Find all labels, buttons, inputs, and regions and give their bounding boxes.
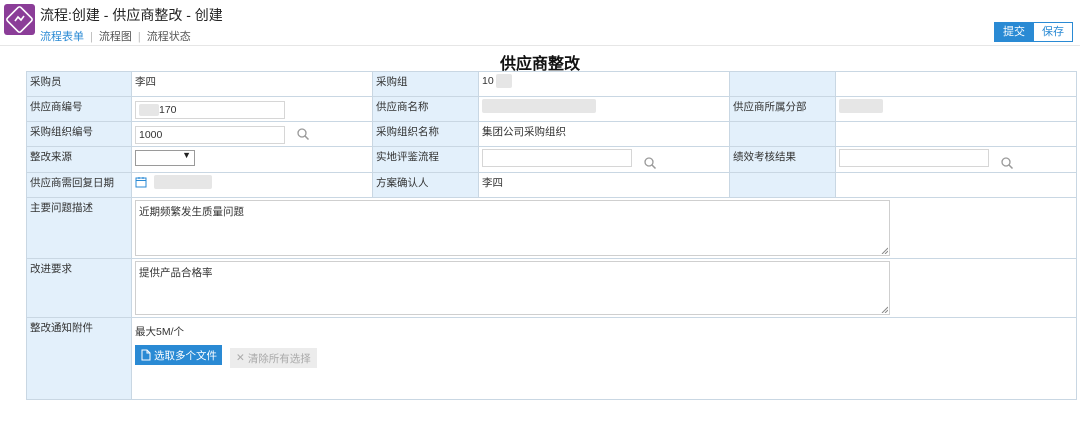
- page-header: 流程:创建 - 供应商整改 - 创建 流程表单 | 流程图 | 流程状态 提交 保存: [0, 0, 1080, 46]
- improvement-value: 提供产品合格率: [139, 267, 213, 279]
- performance-result-cell: [835, 146, 1077, 173]
- field-label: [729, 121, 836, 147]
- improvement-textarea[interactable]: 提供产品合格率: [135, 261, 890, 315]
- flow-icon: [6, 6, 33, 33]
- calendar-icon[interactable]: [135, 176, 147, 188]
- problem-description-textarea[interactable]: 近期频繁发生质量问题: [135, 200, 890, 256]
- purchase-org-name-value: 集团公司采购组织: [478, 121, 730, 147]
- form-row: 整改来源 ▼ 实地评鉴流程 绩效考核结果: [26, 146, 1077, 173]
- rectification-source-cell: ▼: [131, 146, 373, 173]
- redacted-text: [839, 99, 883, 113]
- purchase-org-code-cell: 1000: [131, 121, 373, 147]
- purchase-group-value: 10: [482, 74, 494, 87]
- process-app-icon: [4, 4, 35, 35]
- field-label: 整改通知附件: [26, 317, 132, 400]
- select-files-button[interactable]: 选取多个文件: [135, 345, 222, 365]
- field-label: [729, 172, 836, 198]
- tab-form[interactable]: 流程表单: [40, 31, 84, 43]
- search-icon[interactable]: [1000, 156, 1014, 170]
- field-label: 采购组: [372, 71, 479, 97]
- supplier-division-cell: [835, 96, 1077, 122]
- buyer-value: 李四: [131, 71, 373, 97]
- form-row: 主要问题描述 近期频繁发生质量问题: [26, 197, 1077, 259]
- supplier-name-cell: [478, 96, 730, 122]
- form-row: 供应商编号 170 供应商名称 供应商所属分部: [26, 96, 1077, 122]
- purchase-org-code-input[interactable]: 1000: [135, 126, 285, 144]
- empty-cell: [835, 172, 1077, 198]
- rectification-source-select[interactable]: ▼: [135, 150, 195, 166]
- empty-cell: [835, 121, 1077, 147]
- empty-cell: [835, 71, 1077, 97]
- field-label: 主要问题描述: [26, 197, 132, 259]
- improvement-cell: 提供产品合格率: [131, 258, 1077, 318]
- close-icon: ✕: [236, 352, 245, 364]
- clear-selection-button[interactable]: ✕ 清除所有选择: [230, 348, 317, 368]
- form-row: 供应商需回复日期 方案确认人 李四: [26, 172, 1077, 198]
- supplier-code-cell: 170: [131, 96, 373, 122]
- onsite-evaluation-input[interactable]: [482, 149, 632, 167]
- dropdown-arrow-icon: ▼: [182, 150, 191, 160]
- form-row: 改进要求 提供产品合格率: [26, 258, 1077, 318]
- resize-handle-icon[interactable]: [881, 247, 888, 254]
- field-label: 方案确认人: [372, 172, 479, 198]
- problem-description-value: 近期频繁发生质量问题: [139, 206, 244, 218]
- search-icon[interactable]: [643, 156, 657, 170]
- tab-status[interactable]: 流程状态: [147, 31, 191, 43]
- search-icon[interactable]: [296, 127, 310, 141]
- select-files-label: 选取多个文件: [154, 349, 217, 362]
- field-label: 供应商编号: [26, 96, 132, 122]
- field-label: 采购组织编号: [26, 121, 132, 147]
- action-buttons: 提交 保存: [994, 22, 1073, 42]
- supplier-code-input[interactable]: 170: [135, 101, 285, 119]
- supplier-rectification-form: 采购员 李四 采购组 10 供应商编号 170 供应商名称 供应商所属分部 采购…: [26, 71, 1077, 400]
- field-label: 实地评鉴流程: [372, 146, 479, 173]
- problem-description-cell: 近期频繁发生质量问题: [131, 197, 1077, 259]
- file-icon: [141, 349, 151, 361]
- nav-separator: |: [137, 31, 141, 43]
- form-row: 采购员 李四 采购组 10: [26, 71, 1077, 97]
- submit-button[interactable]: 提交: [994, 22, 1034, 42]
- form-nav: 流程表单 | 流程图 | 流程状态: [40, 28, 191, 44]
- page-title: 流程:创建 - 供应商整改 - 创建: [40, 7, 223, 23]
- redacted-text: [482, 99, 596, 113]
- form-row: 采购组织编号 1000 采购组织名称 集团公司采购组织: [26, 121, 1077, 147]
- field-label: 整改来源: [26, 146, 132, 173]
- save-button[interactable]: 保存: [1034, 22, 1073, 42]
- reply-date-cell: [131, 172, 373, 198]
- attachment-cell: 最大5M/个 选取多个文件 ✕ 清除所有选择: [131, 317, 1077, 400]
- nav-separator: |: [90, 31, 93, 43]
- plan-confirmer-value: 李四: [478, 172, 730, 198]
- field-label: 采购员: [26, 71, 132, 97]
- purchase-group-cell: 10: [478, 71, 730, 97]
- onsite-evaluation-cell: [478, 146, 730, 173]
- attachment-size-hint: 最大5M/个: [135, 326, 185, 338]
- resize-handle-icon[interactable]: [881, 306, 888, 313]
- field-label: 采购组织名称: [372, 121, 479, 147]
- form-row: 整改通知附件 最大5M/个 选取多个文件 ✕ 清除所有选择: [26, 317, 1077, 400]
- performance-result-input[interactable]: [839, 149, 989, 167]
- field-label: 供应商所属分部: [729, 96, 836, 122]
- tab-flowchart[interactable]: 流程图: [99, 31, 132, 43]
- field-label: [729, 71, 836, 97]
- redacted-text: [495, 74, 512, 88]
- field-label: 供应商需回复日期: [26, 172, 132, 198]
- clear-selection-label: 清除所有选择: [247, 352, 311, 365]
- field-label: 改进要求: [26, 258, 132, 318]
- redacted-text: [139, 104, 159, 117]
- field-label: 供应商名称: [372, 96, 479, 122]
- redacted-text: [153, 175, 212, 189]
- supplier-code-value: 170: [159, 104, 177, 116]
- field-label: 绩效考核结果: [729, 146, 836, 173]
